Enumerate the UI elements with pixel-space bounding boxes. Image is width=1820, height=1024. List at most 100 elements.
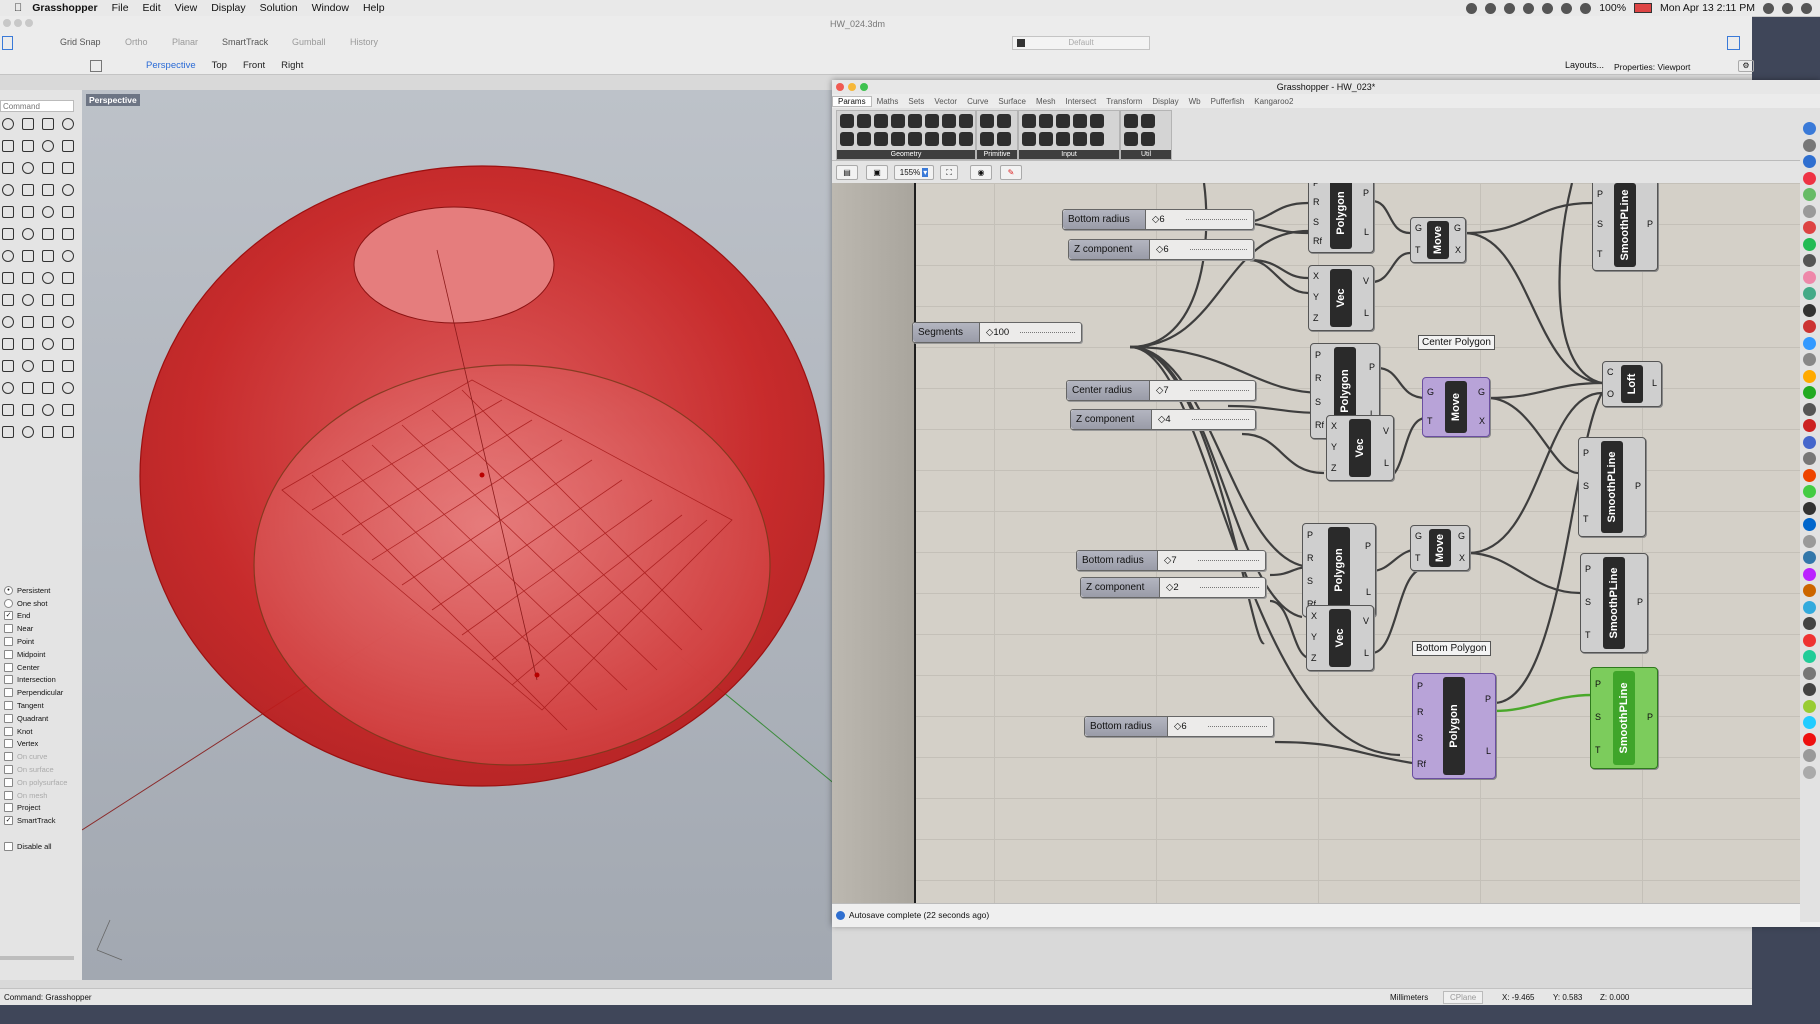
dock-app-icon[interactable] bbox=[1803, 155, 1816, 168]
rhino-tool-icon[interactable] bbox=[2, 404, 14, 416]
arc-param-icon[interactable] bbox=[908, 114, 922, 128]
rhino-tool-icon[interactable] bbox=[22, 360, 34, 372]
loft-component[interactable]: Loft C O L bbox=[1602, 361, 1662, 407]
rhino-minimize-button[interactable] bbox=[14, 19, 22, 27]
menu-solution[interactable]: Solution bbox=[260, 2, 298, 14]
rhino-tool-icon[interactable] bbox=[2, 118, 14, 130]
slider-value[interactable]: ◇7 bbox=[1158, 551, 1265, 570]
input-port[interactable]: P bbox=[1595, 679, 1601, 689]
input-port[interactable]: X bbox=[1313, 271, 1319, 281]
output-port[interactable]: X bbox=[1459, 553, 1465, 563]
rhino-tool-icon[interactable] bbox=[62, 338, 74, 350]
menu-app-name[interactable]: Grasshopper bbox=[32, 2, 97, 14]
rhino-tool-icon[interactable] bbox=[62, 316, 74, 328]
output-port[interactable]: V bbox=[1383, 426, 1389, 436]
rhino-tool-icon[interactable] bbox=[22, 206, 34, 218]
vector-param-icon[interactable] bbox=[874, 114, 888, 128]
tab-top[interactable]: Top bbox=[212, 60, 227, 71]
input-port[interactable]: O bbox=[1607, 389, 1614, 399]
line-param-icon[interactable] bbox=[942, 132, 956, 146]
input-port[interactable]: T bbox=[1585, 630, 1591, 640]
volume-icon[interactable] bbox=[1580, 2, 1592, 14]
dock-app-icon[interactable] bbox=[1803, 386, 1816, 399]
input-port[interactable]: G bbox=[1415, 531, 1422, 541]
panel-scrollbar[interactable] bbox=[0, 956, 74, 960]
rhino-tool-icon[interactable] bbox=[42, 272, 54, 284]
dock-app-icon[interactable] bbox=[1803, 320, 1816, 333]
osnap-intersection[interactable]: Intersection bbox=[0, 674, 82, 687]
dock-app-icon[interactable] bbox=[1803, 419, 1816, 432]
number-slider[interactable]: Center radius ◇7 bbox=[1066, 380, 1256, 401]
dock-app-icon[interactable] bbox=[1803, 501, 1816, 515]
menu-display[interactable]: Display bbox=[211, 2, 245, 14]
output-port[interactable]: L bbox=[1364, 227, 1369, 237]
dock-app-icon[interactable] bbox=[1803, 402, 1816, 416]
layouts-button[interactable]: Layouts... bbox=[1565, 60, 1604, 70]
dock-app-icon[interactable] bbox=[1803, 551, 1816, 564]
circle-param-icon[interactable] bbox=[1073, 114, 1087, 128]
dock-app-icon[interactable] bbox=[1803, 452, 1816, 465]
viewport-layout-icon[interactable] bbox=[90, 60, 102, 72]
checkbox[interactable] bbox=[4, 803, 13, 813]
osnap-midpoint[interactable]: Midpoint bbox=[0, 648, 82, 661]
slider-value[interactable]: ◇6 bbox=[1146, 210, 1253, 229]
checkbox[interactable] bbox=[4, 841, 13, 851]
dock-app-icon[interactable] bbox=[1803, 287, 1816, 300]
rhino-tool-icon[interactable] bbox=[62, 426, 74, 438]
rhino-tool-icon[interactable] bbox=[62, 250, 74, 262]
input-port[interactable]: S bbox=[1595, 712, 1601, 722]
osnap-disable-all[interactable]: Disable all bbox=[0, 840, 82, 853]
tab-right[interactable]: Right bbox=[281, 60, 303, 71]
input-port[interactable]: T bbox=[1415, 245, 1421, 255]
timer-icon[interactable] bbox=[1523, 2, 1535, 14]
open-file-icon[interactable]: ▤ bbox=[836, 165, 858, 180]
tab-front[interactable]: Front bbox=[243, 60, 265, 71]
rhino-tool-icon[interactable] bbox=[2, 162, 14, 174]
input-port[interactable]: P bbox=[1417, 681, 1423, 691]
input-port[interactable]: Z bbox=[1331, 463, 1337, 473]
number-slider[interactable]: Z component ◇2 bbox=[1080, 577, 1266, 598]
gh-tab-transform[interactable]: Transform bbox=[1101, 97, 1147, 106]
input-port[interactable]: S bbox=[1313, 217, 1319, 227]
rhino-tool-icon[interactable] bbox=[2, 228, 14, 240]
shield-icon[interactable] bbox=[1504, 2, 1516, 14]
input-port[interactable]: C bbox=[1607, 367, 1614, 377]
search-icon[interactable] bbox=[1763, 2, 1774, 14]
rhino-tool-icon[interactable] bbox=[62, 272, 74, 284]
osnap-center[interactable]: Center bbox=[0, 661, 82, 674]
output-port[interactable]: P bbox=[1647, 712, 1653, 722]
output-port[interactable]: X bbox=[1455, 245, 1461, 255]
rhino-tool-icon[interactable] bbox=[22, 404, 34, 416]
dock-app-icon[interactable] bbox=[1803, 683, 1816, 696]
osnap-persistent[interactable]: • Persistent bbox=[0, 584, 82, 597]
input-port[interactable]: Y bbox=[1311, 632, 1317, 642]
dock-app-icon[interactable] bbox=[1803, 633, 1816, 647]
osnap-end[interactable]: ✓ End bbox=[0, 610, 82, 623]
slider-value[interactable]: ◇6 bbox=[1168, 717, 1273, 736]
dock-app-icon[interactable] bbox=[1803, 353, 1816, 366]
osnap-tangent[interactable]: Tangent bbox=[0, 699, 82, 712]
point-param-icon[interactable] bbox=[1090, 132, 1104, 146]
plane-param-icon[interactable] bbox=[959, 132, 973, 146]
output-port[interactable]: V bbox=[1363, 616, 1369, 626]
rhino-tool-icon[interactable] bbox=[2, 184, 14, 196]
rhino-tool-icon[interactable] bbox=[22, 162, 34, 174]
output-port[interactable]: V bbox=[1363, 276, 1369, 286]
output-port[interactable]: L bbox=[1366, 587, 1371, 597]
output-port[interactable]: P bbox=[1635, 481, 1641, 491]
command-input[interactable] bbox=[0, 100, 74, 112]
circle-param-icon[interactable] bbox=[891, 132, 905, 146]
osnap-project[interactable]: Project bbox=[0, 802, 82, 815]
dock-app-icon[interactable] bbox=[1803, 303, 1816, 317]
dock-app-icon[interactable] bbox=[1803, 336, 1816, 350]
rhino-tool-icon[interactable] bbox=[22, 140, 34, 152]
input-port[interactable]: T bbox=[1583, 514, 1589, 524]
input-port[interactable]: R bbox=[1313, 197, 1320, 207]
input-port[interactable]: P bbox=[1597, 189, 1603, 199]
rhino-tool-icon[interactable] bbox=[42, 294, 54, 306]
menu-window[interactable]: Window bbox=[312, 2, 349, 14]
input-port[interactable]: R bbox=[1307, 553, 1314, 563]
output-port[interactable]: G bbox=[1458, 531, 1465, 541]
ortho-toggle[interactable]: Ortho bbox=[125, 37, 148, 47]
checkbox[interactable] bbox=[4, 701, 13, 711]
